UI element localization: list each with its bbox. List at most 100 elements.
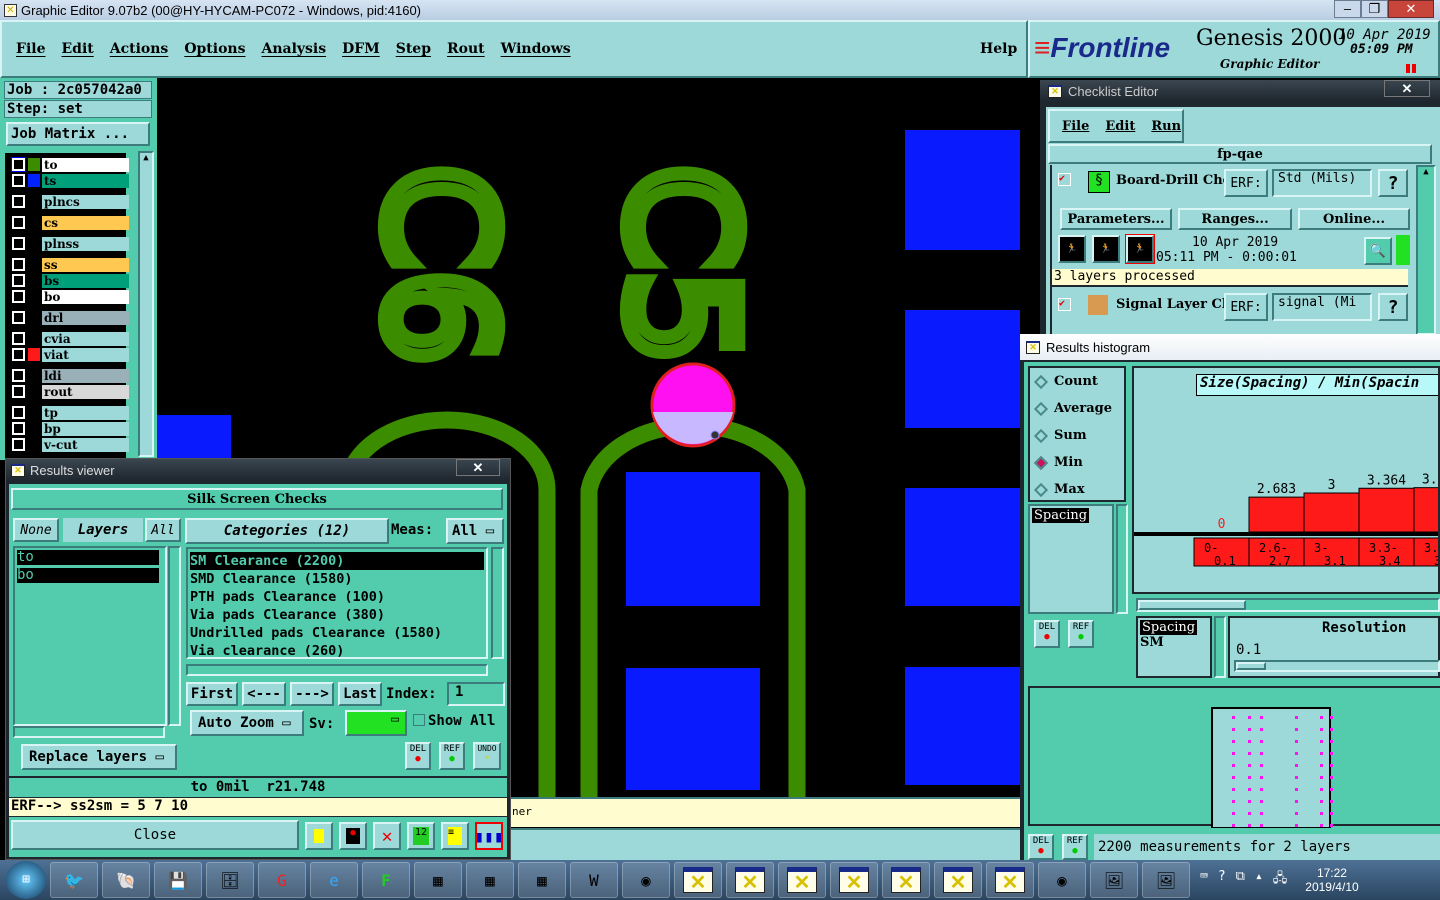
taskbar-genesis-window[interactable]: ✕: [778, 862, 826, 898]
menu-analysis[interactable]: Analysis: [261, 41, 326, 57]
ref-button[interactable]: REF ●: [1062, 834, 1088, 860]
taskbar-genesis-window[interactable]: ✕: [986, 862, 1034, 898]
menu-options[interactable]: Options: [184, 41, 245, 57]
taskbar-genesis-window[interactable]: ✕: [934, 862, 982, 898]
run-icon[interactable]: 🏃: [1058, 235, 1086, 263]
taskbar-app-icon[interactable]: ◉: [1038, 862, 1086, 898]
replace-layers-dropdown[interactable]: Replace layers ▭: [21, 744, 177, 770]
start-button[interactable]: ⊞: [6, 861, 46, 899]
histogram-bar[interactable]: [1413, 487, 1440, 533]
layer-checkbox[interactable]: [11, 421, 26, 436]
run-partial-icon[interactable]: 🏃: [1092, 235, 1120, 263]
layer-name[interactable]: bo: [42, 289, 129, 304]
menu-help[interactable]: Help: [980, 41, 1017, 57]
layer-name[interactable]: viat: [42, 347, 129, 362]
taskbar-app-icon[interactable]: 🗄: [206, 862, 254, 898]
layer-name[interactable]: to: [42, 157, 129, 172]
layer-row-v-cut[interactable]: v-cut: [11, 437, 129, 452]
taskbar-genesis-window[interactable]: ✕: [882, 862, 930, 898]
layer-checkbox[interactable]: [11, 347, 26, 362]
categories-scrollbar[interactable]: [491, 547, 504, 659]
layer-checkbox[interactable]: [11, 194, 26, 209]
layer-checkbox[interactable]: [11, 384, 26, 399]
auto-zoom-dropdown[interactable]: Auto Zoom ▭: [190, 710, 304, 736]
layer-list-scrollbar[interactable]: [168, 546, 181, 726]
ref-button[interactable]: REF ●: [1068, 620, 1094, 648]
menu-actions[interactable]: Actions: [110, 41, 169, 57]
layer-row-cvia[interactable]: cvia: [11, 331, 129, 346]
del-button[interactable]: DEL ●: [1034, 620, 1060, 648]
help-tray-icon[interactable]: ?: [1218, 869, 1226, 891]
run-area-icon[interactable]: 🏃: [1125, 234, 1155, 264]
sv-color-dropdown[interactable]: ▭: [345, 710, 407, 736]
histogram-bar[interactable]: [1303, 492, 1360, 533]
taskbar-excel-icon[interactable]: ▦: [414, 862, 462, 898]
first-button[interactable]: First: [186, 682, 238, 706]
taskbar-genesis-window[interactable]: ✕: [726, 862, 774, 898]
menu-rout[interactable]: Rout: [447, 41, 485, 57]
maximize-button[interactable]: ❐: [1361, 0, 1388, 18]
taskbar-app-icon[interactable]: G: [258, 862, 306, 898]
menu-step[interactable]: Step: [396, 41, 431, 57]
category-item[interactable]: Via pads Clearance (380): [190, 606, 484, 624]
checklist-menu-edit[interactable]: Edit: [1105, 119, 1135, 134]
minimize-button[interactable]: –: [1334, 0, 1361, 18]
enable-checkbox[interactable]: ✔: [1058, 298, 1071, 311]
report-icon[interactable]: ≡: [441, 822, 469, 850]
erf-value-field[interactable]: signal (Mi: [1272, 293, 1372, 321]
layer-results-list[interactable]: to bo: [13, 546, 167, 726]
layer-row-viat[interactable]: viat: [11, 347, 129, 362]
undo-button[interactable]: UNDO ↶: [473, 742, 501, 770]
layer-row-ss[interactable]: ss: [11, 257, 129, 272]
layer-name[interactable]: ss: [42, 257, 129, 272]
menu-dfm[interactable]: DFM: [342, 41, 380, 57]
categories-list[interactable]: SM Clearance (2200) SMD Clearance (1580) P…: [186, 547, 488, 659]
taskbar-app-icon[interactable]: ◉: [622, 862, 670, 898]
resolution-slider[interactable]: [1234, 660, 1440, 672]
sub-list[interactable]: Spacing SM: [1136, 616, 1212, 678]
checklist-menu-run[interactable]: Run: [1151, 119, 1181, 134]
taskbar-image-viewer[interactable]: 🖼: [1090, 862, 1138, 898]
restore-tray-icon[interactable]: ⧉: [1236, 869, 1245, 891]
type-list-scrollbar[interactable]: [1116, 504, 1128, 614]
taskbar-excel-icon[interactable]: ▦: [518, 862, 566, 898]
layer-checkbox[interactable]: [11, 405, 26, 420]
ranges-button[interactable]: Ranges...: [1178, 208, 1292, 230]
number-list-icon[interactable]: 12: [407, 822, 435, 850]
taskbar-word-icon[interactable]: W: [570, 862, 618, 898]
help-button[interactable]: ?: [1378, 169, 1408, 197]
last-button[interactable]: Last: [338, 682, 382, 706]
layer-checkbox[interactable]: [11, 215, 26, 230]
layer-name[interactable]: drl: [42, 310, 129, 325]
category-item[interactable]: Undrilled pads Clearance (1580): [190, 624, 484, 642]
erf-value-field[interactable]: Std (Mils): [1272, 169, 1372, 197]
category-item[interactable]: SM Clearance (2200): [190, 552, 484, 570]
del-button[interactable]: DEL ●: [1028, 834, 1054, 860]
help-button[interactable]: ?: [1378, 293, 1408, 321]
layer-list-hscrollbar[interactable]: [13, 726, 165, 738]
layer-row-drl[interactable]: drl: [11, 310, 129, 325]
meas-dropdown[interactable]: All ▭: [446, 518, 504, 544]
layer-row-plnss[interactable]: plnss: [11, 236, 129, 251]
mode-radio-count[interactable]: Count: [1030, 368, 1124, 395]
keyboard-icon[interactable]: ⌨: [1200, 869, 1208, 891]
layer-name[interactable]: cs: [42, 215, 129, 230]
layer-name[interactable]: cvia: [42, 331, 129, 346]
network-icon[interactable]: 🖧: [1273, 869, 1288, 891]
layer-scrollbar[interactable]: ▲: [138, 151, 154, 457]
taskbar-image-viewer[interactable]: 🖼: [1142, 862, 1190, 898]
taskbar-genesis-window[interactable]: ✕: [674, 862, 722, 898]
category-item[interactable]: Via clearance (260): [190, 642, 484, 660]
close-window-button[interactable]: ✕: [1388, 0, 1434, 18]
parameters-button[interactable]: Parameters...: [1060, 208, 1172, 230]
layer-checkbox[interactable]: [11, 310, 26, 325]
type-list[interactable]: Spacing: [1028, 504, 1114, 614]
layer-checkbox[interactable]: [11, 368, 26, 383]
layer-row-bo[interactable]: bo: [11, 289, 129, 304]
enable-checkbox[interactable]: ✔: [1058, 173, 1071, 186]
layer-checkbox[interactable]: [11, 289, 26, 304]
layer-name[interactable]: plncs: [42, 194, 129, 209]
mode-radio-sum[interactable]: Sum: [1030, 422, 1124, 449]
categories-hscrollbar[interactable]: [186, 664, 488, 676]
taskbar-ie-icon[interactable]: e: [310, 862, 358, 898]
